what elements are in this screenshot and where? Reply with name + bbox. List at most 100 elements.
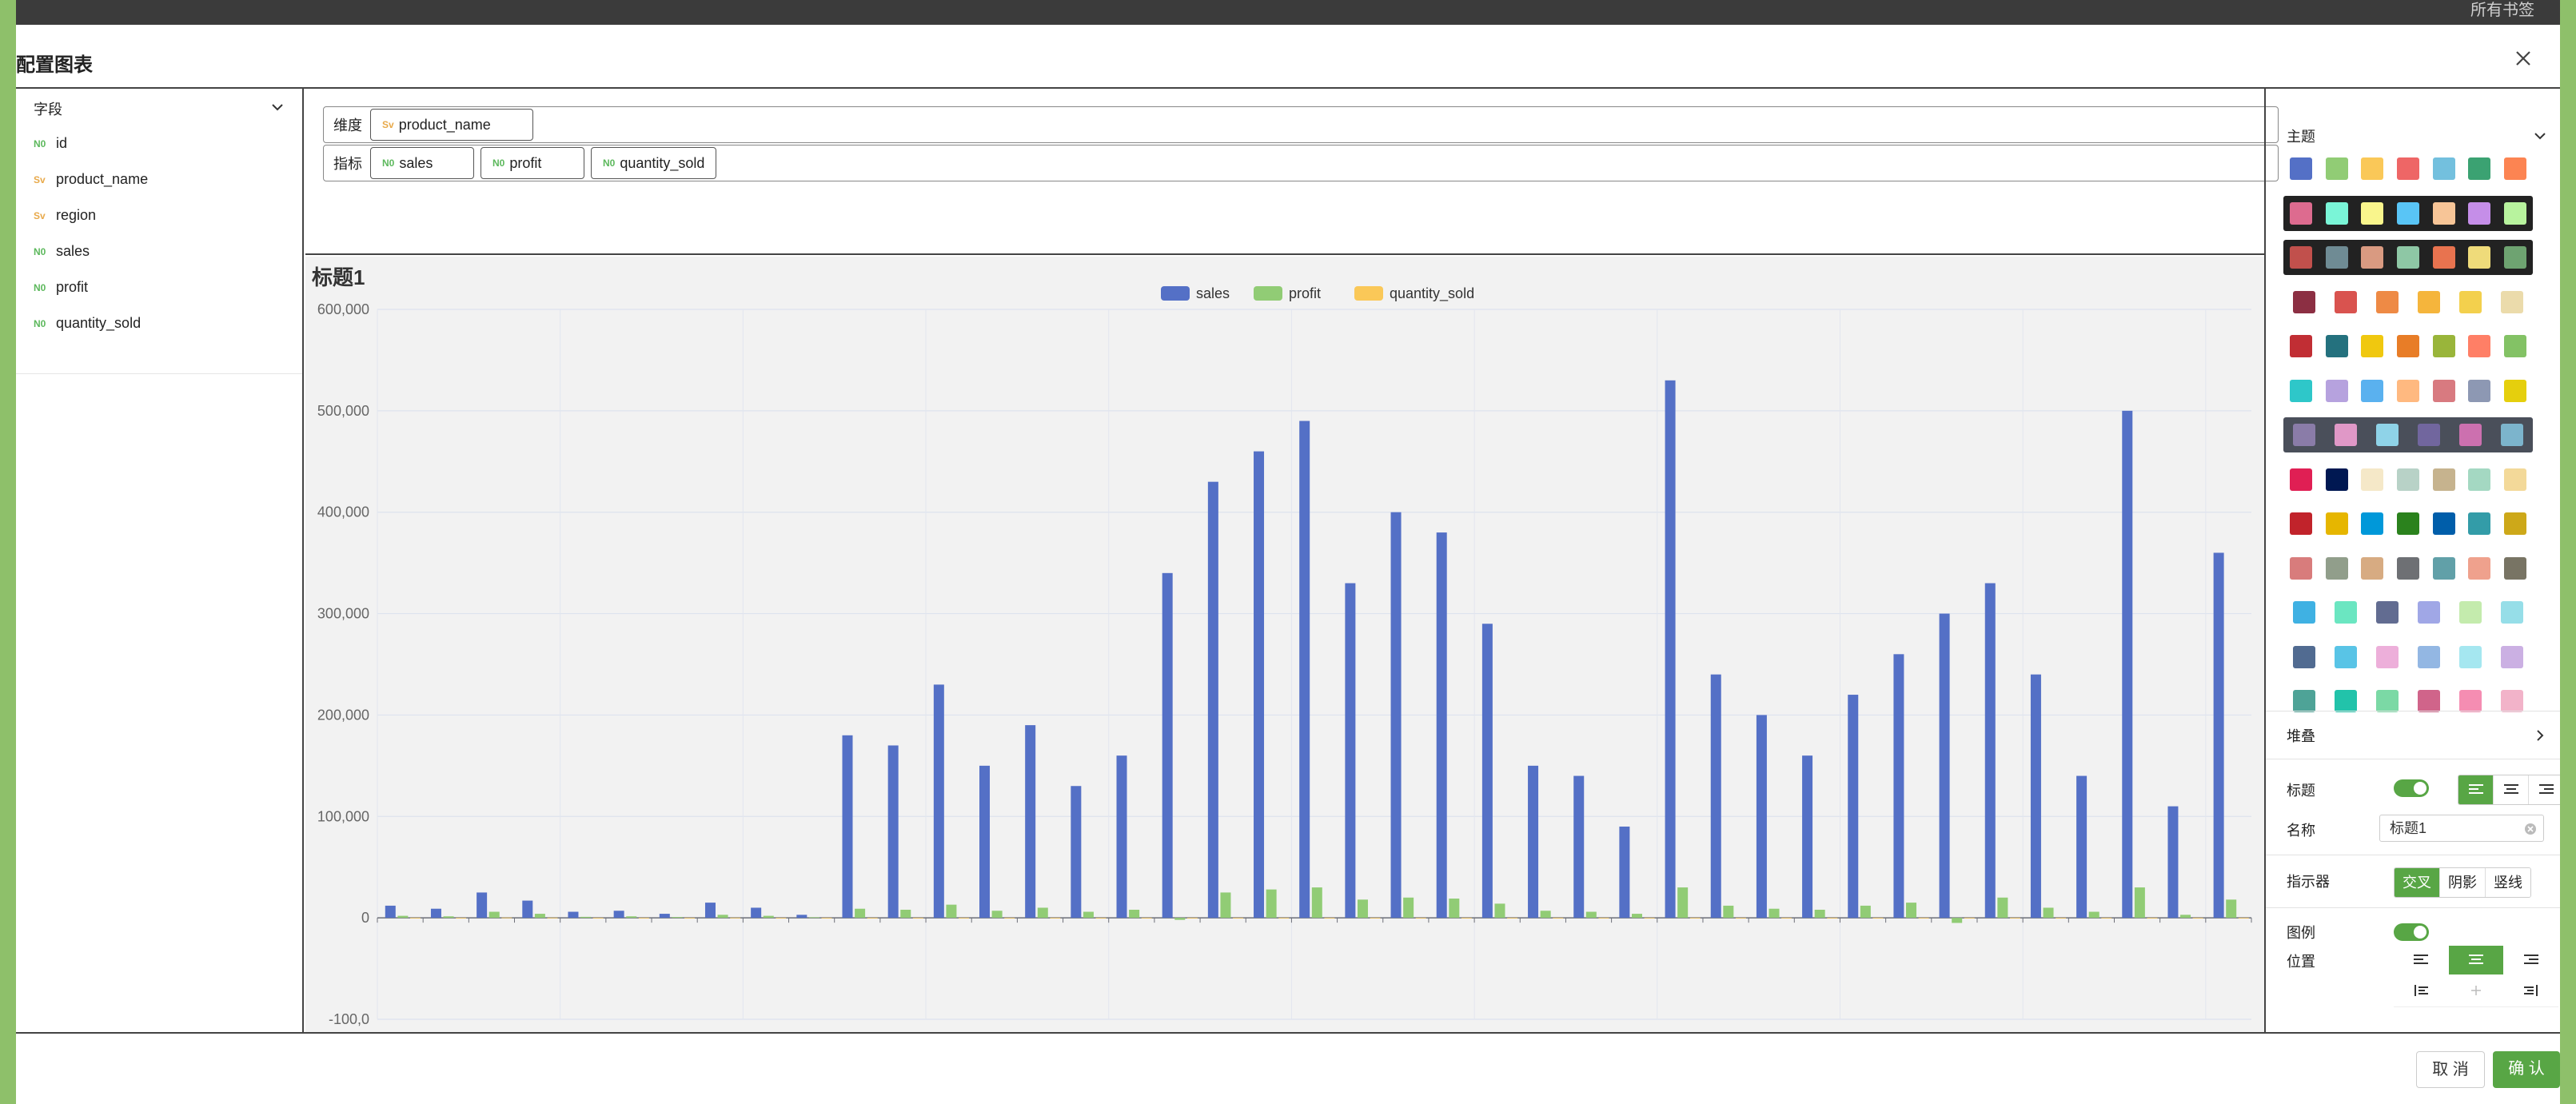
bar-quantity-sold (730, 917, 741, 919)
chevron-down-icon[interactable] (2533, 129, 2547, 143)
field-chip-product-name[interactable]: Sv product_name (370, 109, 533, 141)
align-center-button[interactable] (2494, 775, 2529, 804)
bar-sales (1390, 512, 1402, 919)
theme-palette-option[interactable] (2283, 195, 2533, 231)
bar-sales (1573, 775, 1585, 919)
color-swatch (2468, 157, 2491, 180)
bar-quantity-sold (1141, 918, 1152, 919)
theme-palette-option[interactable] (2283, 506, 2533, 541)
bar-sales (1802, 755, 1813, 919)
color-swatch (2503, 379, 2526, 402)
bar-profit (1403, 897, 1414, 919)
bar-profit (1037, 907, 1048, 919)
color-swatch (2290, 468, 2313, 491)
field-item-region[interactable]: Sv region (34, 197, 148, 233)
theme-palette-option[interactable] (2283, 417, 2533, 452)
field-chip-quantity-sold[interactable]: N0 quantity_sold (591, 147, 717, 179)
theme-palette-option[interactable] (2283, 640, 2533, 675)
theme-palette-option[interactable] (2283, 151, 2533, 186)
color-swatch (2361, 335, 2384, 357)
color-swatch (2325, 246, 2348, 269)
theme-palette-option[interactable] (2283, 595, 2533, 630)
indicator-option[interactable]: 阴影 (2440, 868, 2486, 897)
close-icon[interactable] (2509, 44, 2538, 73)
field-item-profit[interactable]: N0 profit (34, 269, 148, 305)
theme-palette-option[interactable] (2283, 373, 2533, 409)
theme-palette-option[interactable] (2283, 285, 2533, 320)
bar-sales (1756, 715, 1767, 919)
chart-name-field[interactable]: 标题1 (2379, 815, 2544, 842)
color-swatch (2432, 335, 2455, 357)
title-visible-toggle[interactable] (2394, 779, 2429, 797)
field-item-sales[interactable]: N0 sales (34, 233, 148, 269)
bar-quantity-sold (638, 918, 649, 919)
legend-pos-middle-right[interactable] (2504, 976, 2558, 1005)
theme-palette-option[interactable] (2283, 462, 2533, 497)
field-name: product_name (56, 171, 149, 187)
legend-pos-middle-left[interactable] (2394, 976, 2448, 1005)
bar-profit (1677, 887, 1689, 919)
chip-label: sales (399, 154, 433, 171)
color-swatch (2396, 468, 2419, 491)
indicator-option[interactable]: 交叉 (2395, 868, 2440, 897)
legend-visible-toggle[interactable] (2394, 923, 2429, 941)
cancel-button[interactable]: 取 消 (2416, 1051, 2485, 1088)
chevron-right-icon[interactable] (2533, 728, 2547, 743)
bar-sales (1299, 420, 1310, 919)
bar-profit (1997, 897, 2008, 919)
bar-sales (1984, 583, 1996, 919)
bar-profit (991, 911, 1003, 919)
color-swatch (2432, 157, 2455, 180)
bar-profit (2088, 911, 2099, 919)
legend-pos-top-center[interactable] (2449, 946, 2503, 974)
bar-quantity-sold (592, 918, 604, 919)
bar-sales (1116, 755, 1127, 919)
bar-sales (1162, 572, 1173, 919)
bar-sales (2030, 674, 2041, 919)
bar-profit (488, 911, 500, 919)
confirm-button[interactable]: 确 认 (2493, 1051, 2560, 1088)
align-middle-left-icon (2415, 985, 2428, 996)
center-icon (2471, 986, 2481, 995)
bar-sales (522, 900, 533, 919)
bar-quantity-sold (1278, 918, 1290, 919)
indicator-option[interactable]: 竖线 (2486, 868, 2530, 897)
legend-pos-middle-center[interactable] (2449, 976, 2503, 1005)
bar-sales (933, 684, 944, 919)
field-item-id[interactable]: N0 id (34, 126, 148, 161)
theme-palette-option[interactable] (2283, 684, 2533, 719)
align-right-button[interactable] (2529, 775, 2560, 804)
color-swatch (2503, 556, 2526, 580)
fields-header: 字段 (34, 102, 62, 118)
bar-sales (1528, 765, 1539, 919)
field-chip-sales[interactable]: N0 sales (370, 147, 474, 179)
align-left-button[interactable] (2458, 775, 2494, 804)
bar-sales (1207, 481, 1218, 919)
bar-sales (979, 765, 991, 919)
bookmarks-folder-label[interactable]: 所有书签 (2470, 0, 2534, 20)
bar-profit (443, 916, 454, 919)
color-swatch (2335, 290, 2357, 313)
theme-palette-option[interactable] (2283, 551, 2533, 586)
legend-label: 图例 (2287, 925, 2315, 941)
bar-profit (2226, 899, 2237, 919)
bar-profit (580, 916, 592, 919)
metric-dropzone[interactable]: 指标 N0 sales N0 profit N0 quantity_sold (323, 145, 2279, 181)
chevron-down-icon[interactable] (270, 100, 285, 114)
theme-palette-option[interactable] (2283, 329, 2533, 364)
field-item-quantity-sold[interactable]: N0 quantity_sold (34, 305, 148, 341)
clear-icon[interactable] (2524, 823, 2537, 835)
legend-pos-top-left[interactable] (2394, 946, 2448, 974)
color-swatch (2396, 512, 2419, 535)
desktop-background-left (0, 0, 16, 1104)
dimension-dropzone[interactable]: 维度 Sv product_name (323, 106, 2279, 143)
theme-palette-option[interactable] (2283, 240, 2533, 275)
bar-quantity-sold (1095, 918, 1107, 919)
color-swatch (2459, 290, 2482, 313)
field-item-product-name[interactable]: Sv product_name (34, 161, 148, 197)
field-chip-profit[interactable]: N0 profit (481, 147, 584, 179)
bar-profit (763, 915, 774, 919)
legend-pos-top-right[interactable] (2504, 946, 2558, 974)
bar-sales (842, 735, 853, 919)
chip-label: profit (509, 154, 542, 171)
